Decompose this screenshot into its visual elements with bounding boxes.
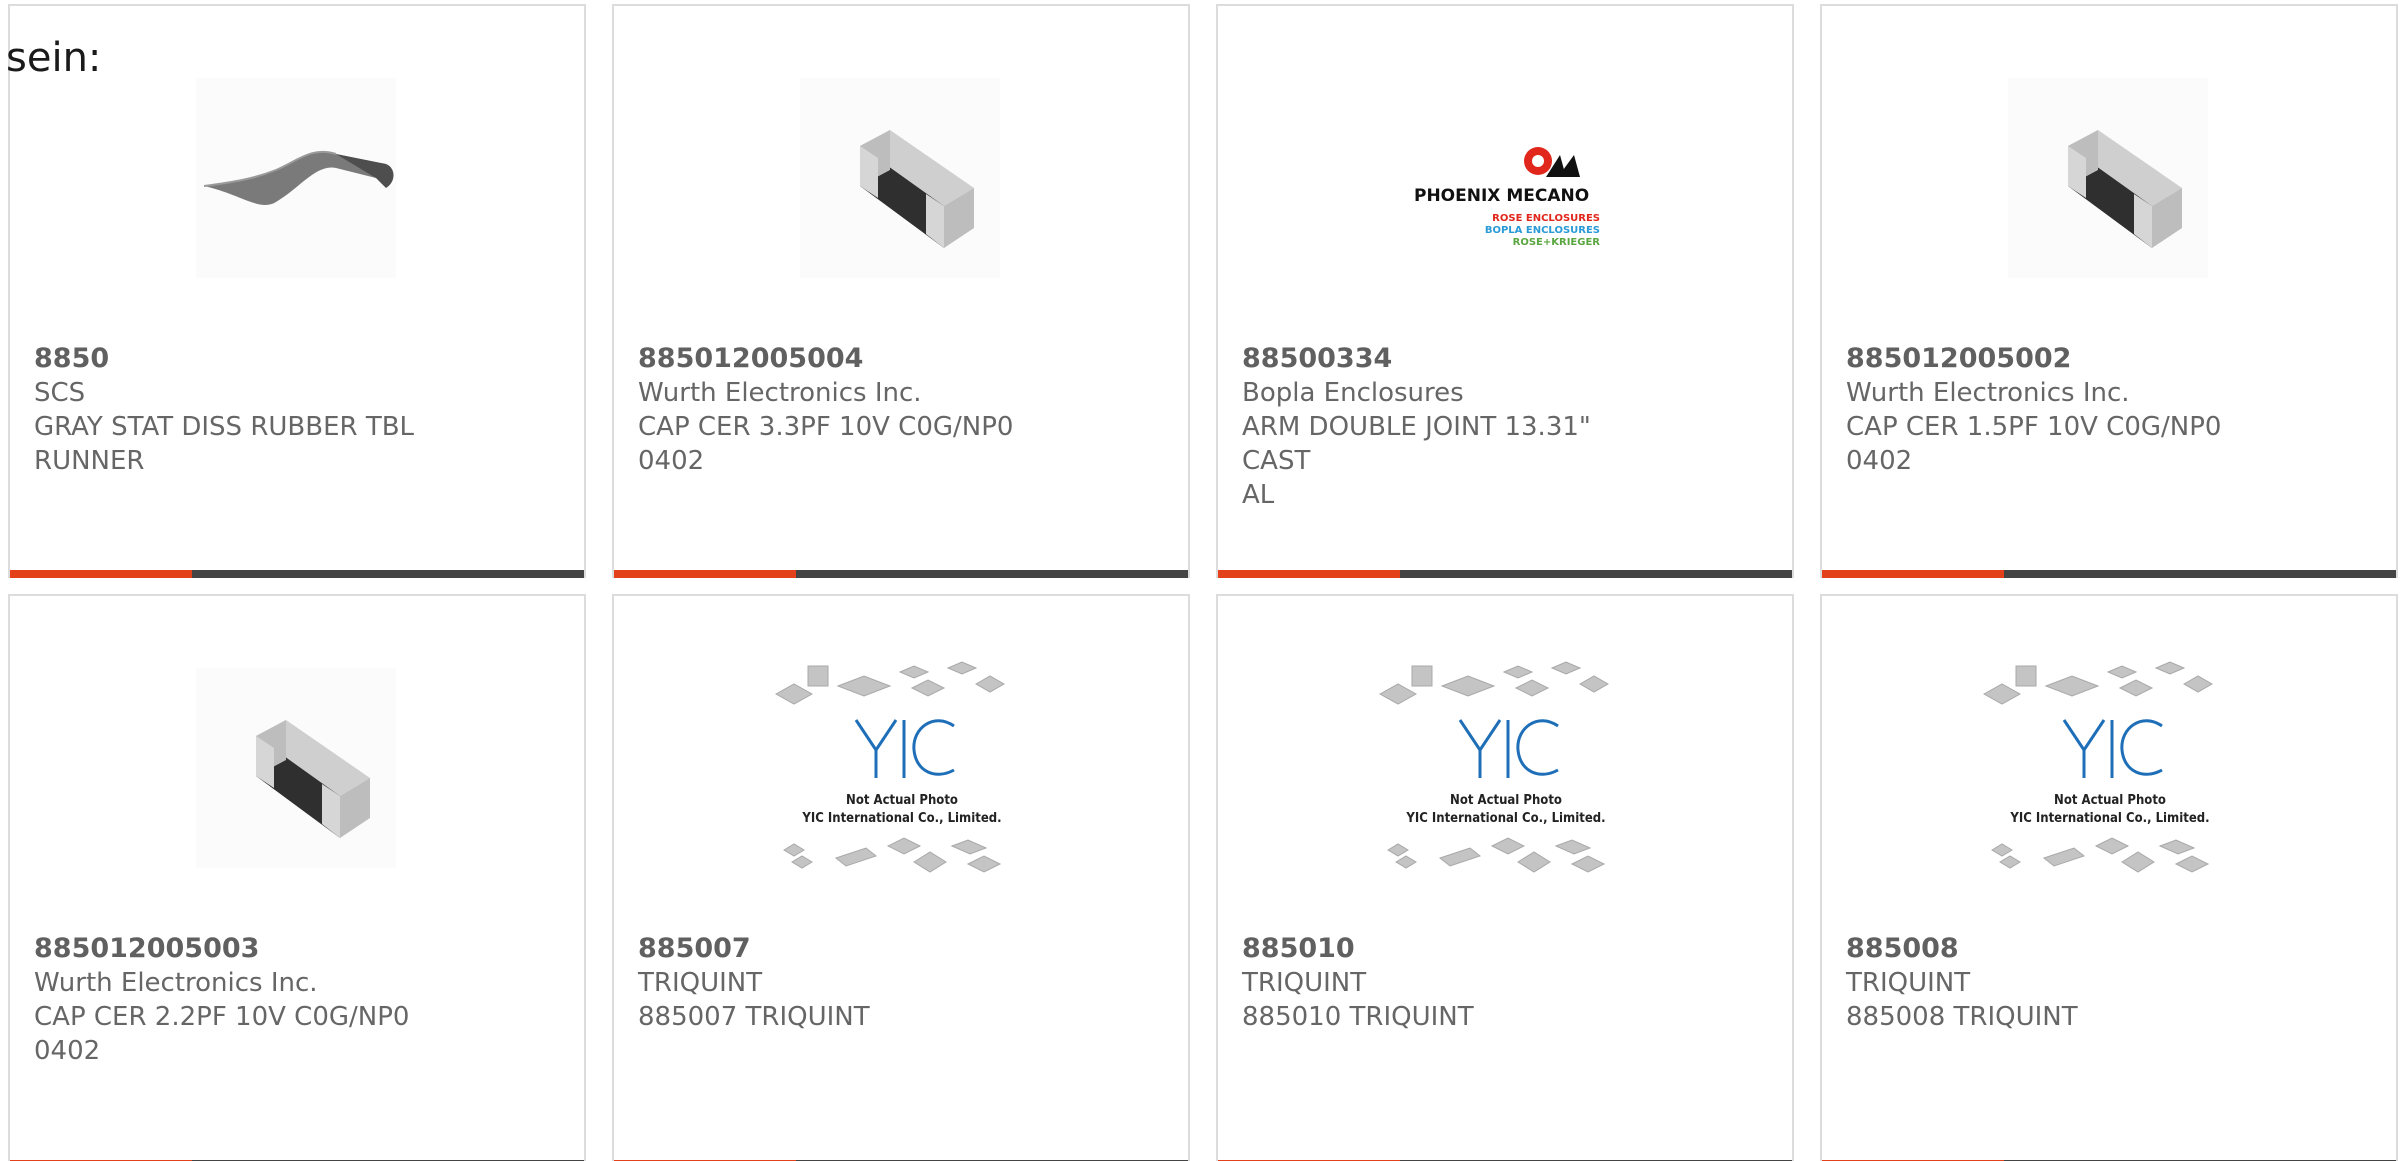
card-footer-bar bbox=[1822, 570, 2396, 578]
description-line: RUNNER bbox=[34, 446, 145, 476]
description-line: 885007 TRIQUINT bbox=[638, 1002, 870, 1032]
smd-capacitor-icon[interactable] bbox=[2008, 78, 2208, 278]
yic-placeholder-icon[interactable]: Not Actual Photo YIC International Co., … bbox=[1972, 654, 2248, 900]
lead-text: sein: bbox=[6, 35, 102, 81]
card-footer-bar bbox=[1218, 570, 1792, 578]
yic-placeholder-icon[interactable]: Not Actual Photo YIC International Co., … bbox=[1368, 654, 1644, 900]
placeholder-line2: YIC International Co., Limited. bbox=[1405, 811, 1605, 826]
smd-capacitor-icon[interactable] bbox=[196, 668, 396, 868]
logo-brand: PHOENIX MECANO bbox=[1414, 186, 1589, 206]
description-line: 885008 TRIQUINT bbox=[1846, 1002, 2078, 1032]
part-number[interactable]: 885012005002 bbox=[1846, 342, 2266, 376]
product-card[interactable]: 8850 SCS GRAY STAT DISS RUBBER TBL RUNNE… bbox=[8, 4, 586, 578]
description-line: CAP CER 2.2PF 10V C0G/NP0 bbox=[34, 1002, 410, 1032]
part-number[interactable]: 885012005004 bbox=[638, 342, 1058, 376]
description-line: 0402 bbox=[638, 446, 705, 476]
yic-placeholder-icon[interactable]: Not Actual Photo YIC International Co., … bbox=[764, 654, 1040, 900]
product-info: 885012005004 Wurth Electronics Inc. CAP … bbox=[638, 342, 1058, 478]
product-info: 885012005002 Wurth Electronics Inc. CAP … bbox=[1846, 342, 2266, 478]
description-line: AL bbox=[1242, 480, 1275, 510]
description-line: CAP CER 1.5PF 10V C0G/NP0 bbox=[1846, 412, 2222, 442]
manufacturer: Wurth Electronics Inc. bbox=[34, 968, 318, 998]
manufacturer: SCS bbox=[34, 378, 86, 408]
manufacturer: TRIQUINT bbox=[1846, 968, 1971, 998]
product-card[interactable]: 885012005002 Wurth Electronics Inc. CAP … bbox=[1820, 4, 2398, 578]
description-line: 0402 bbox=[34, 1036, 101, 1066]
product-card[interactable]: 885012005004 Wurth Electronics Inc. CAP … bbox=[612, 4, 1190, 578]
description-line: 885010 TRIQUINT bbox=[1242, 1002, 1474, 1032]
manufacturer: TRIQUINT bbox=[638, 968, 763, 998]
product-card[interactable]: 885012005003 Wurth Electronics Inc. CAP … bbox=[8, 594, 586, 1161]
product-info: 885007 TRIQUINT 885007 TRIQUINT bbox=[638, 932, 1058, 1034]
description-line: ARM DOUBLE JOINT 13.31" CAST bbox=[1242, 412, 1591, 476]
product-info: 88500334 Bopla Enclosures ARM DOUBLE JOI… bbox=[1242, 342, 1662, 512]
phoenix-mecano-logo[interactable]: PHOENIX MECANO ROSE ENCLOSURES BOPLA ENC… bbox=[1368, 64, 1644, 310]
description-line: CAP CER 3.3PF 10V C0G/NP0 bbox=[638, 412, 1014, 442]
description-line: 0402 bbox=[1846, 446, 1913, 476]
part-number[interactable]: 88500334 bbox=[1242, 342, 1662, 376]
logo-line3: ROSE+KRIEGER bbox=[1513, 237, 1601, 248]
logo-line2: BOPLA ENCLOSURES bbox=[1485, 225, 1600, 236]
placeholder-line2: YIC International Co., Limited. bbox=[2009, 811, 2209, 826]
logo-line1: ROSE ENCLOSURES bbox=[1492, 213, 1600, 224]
part-number[interactable]: 885008 bbox=[1846, 932, 2266, 966]
placeholder-line1: Not Actual Photo bbox=[2054, 793, 2166, 808]
product-grid-page: sein: 8850 SCS GRAY STAT DISS RUBBER TBL… bbox=[0, 0, 2400, 1161]
rubber-mat-icon[interactable] bbox=[196, 78, 396, 278]
manufacturer: TRIQUINT bbox=[1242, 968, 1367, 998]
product-info: 8850 SCS GRAY STAT DISS RUBBER TBL RUNNE… bbox=[34, 342, 454, 478]
part-number[interactable]: 8850 bbox=[34, 342, 454, 376]
placeholder-line1: Not Actual Photo bbox=[1450, 793, 1562, 808]
smd-capacitor-icon[interactable] bbox=[800, 78, 1000, 278]
part-number[interactable]: 885010 bbox=[1242, 932, 1662, 966]
card-footer-bar bbox=[614, 570, 1188, 578]
product-card[interactable]: Not Actual Photo YIC International Co., … bbox=[1820, 594, 2398, 1161]
description-line: GRAY STAT DISS RUBBER TBL bbox=[34, 412, 415, 442]
part-number[interactable]: 885007 bbox=[638, 932, 1058, 966]
card-footer-bar bbox=[10, 570, 584, 578]
product-card[interactable]: PHOENIX MECANO ROSE ENCLOSURES BOPLA ENC… bbox=[1216, 4, 1794, 578]
manufacturer: Bopla Enclosures bbox=[1242, 378, 1464, 408]
product-info: 885012005003 Wurth Electronics Inc. CAP … bbox=[34, 932, 454, 1068]
manufacturer: Wurth Electronics Inc. bbox=[638, 378, 922, 408]
part-number[interactable]: 885012005003 bbox=[34, 932, 454, 966]
manufacturer: Wurth Electronics Inc. bbox=[1846, 378, 2130, 408]
product-info: 885010 TRIQUINT 885010 TRIQUINT bbox=[1242, 932, 1662, 1034]
placeholder-line1: Not Actual Photo bbox=[846, 793, 958, 808]
product-card[interactable]: Not Actual Photo YIC International Co., … bbox=[1216, 594, 1794, 1161]
product-info: 885008 TRIQUINT 885008 TRIQUINT bbox=[1846, 932, 2266, 1034]
product-card[interactable]: Not Actual Photo YIC International Co., … bbox=[612, 594, 1190, 1161]
placeholder-line2: YIC International Co., Limited. bbox=[801, 811, 1001, 826]
